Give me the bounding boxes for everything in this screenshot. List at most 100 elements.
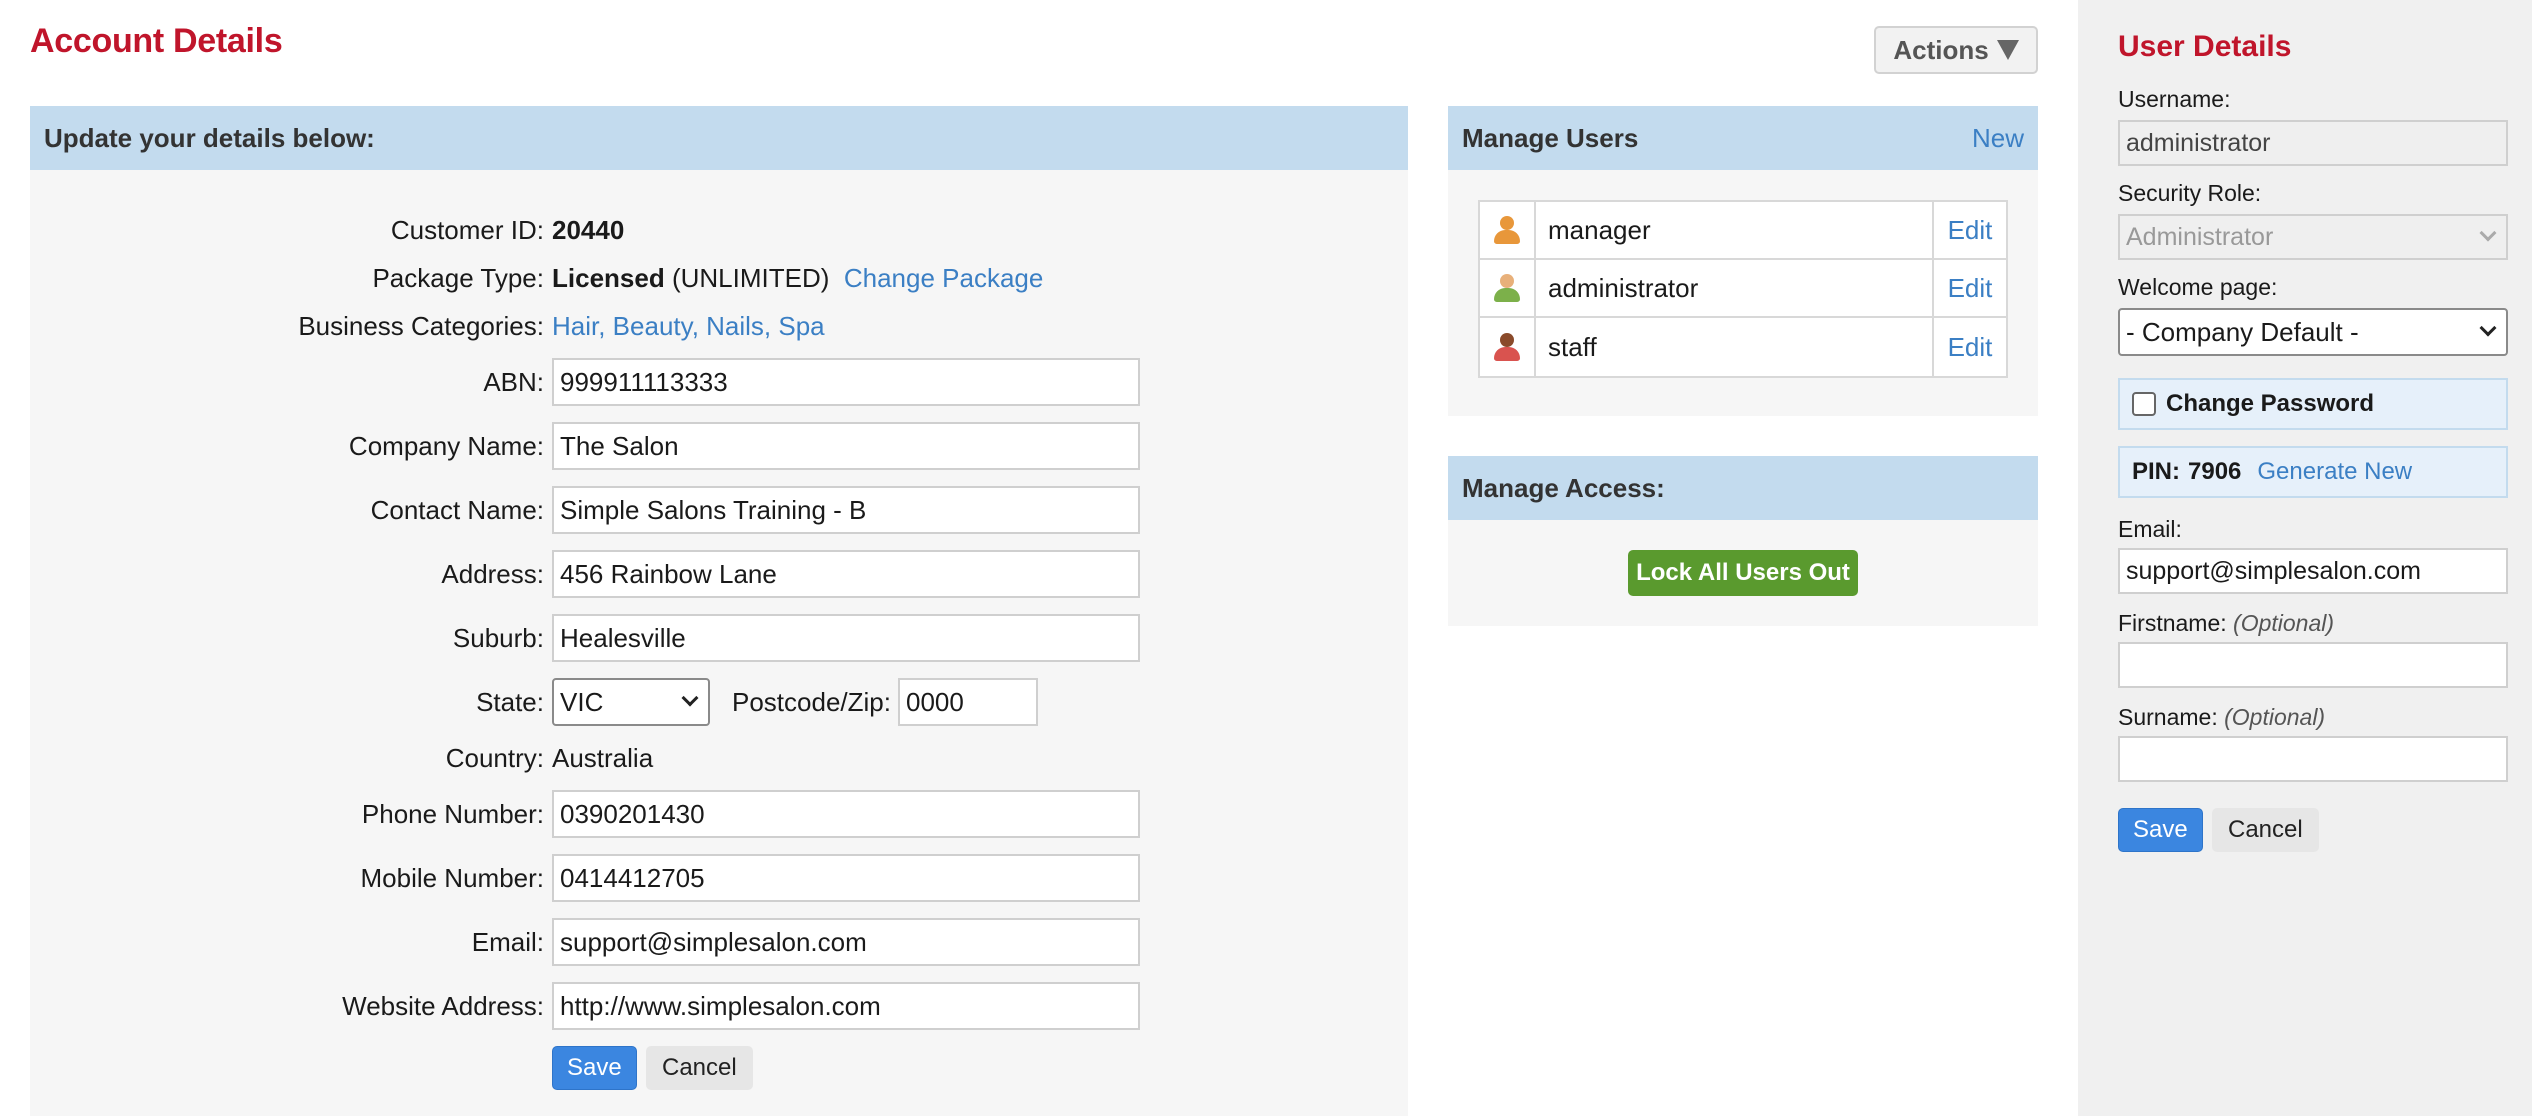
change-password-box[interactable]: Change Password xyxy=(2118,378,2508,430)
customer-id-row: Customer ID: 20440 xyxy=(30,206,1408,254)
security-role-label: Security Role: xyxy=(2118,180,2262,206)
chevron-down-icon xyxy=(2479,319,2497,337)
account-save-button[interactable]: Save xyxy=(552,1046,637,1090)
package-type-row: Package Type: Licensed (UNLIMITED) Chang… xyxy=(30,254,1408,302)
postcode-label: Postcode/Zip: xyxy=(732,687,891,717)
user-row-administrator: administrator Edit xyxy=(1480,260,2006,318)
firstname-label: Firstname: (Optional) xyxy=(2118,610,2335,636)
pin-label: PIN: xyxy=(2132,458,2180,485)
abn-row: ABN: 999911113333 xyxy=(30,358,1408,406)
chevron-down-icon xyxy=(681,689,699,707)
change-package-link[interactable]: Change Package xyxy=(844,263,1043,293)
mobile-row: Mobile Number: 0414412705 xyxy=(30,854,1408,902)
pin-box: PIN: 7906 Generate New xyxy=(2118,446,2508,498)
user-name: staff xyxy=(1536,318,1934,376)
customer-id-label: Customer ID: xyxy=(390,215,544,245)
users-table: manager Edit administrator Edit staff Ed… xyxy=(1478,200,2008,378)
address-row: Address: 456 Rainbow Lane xyxy=(30,550,1408,598)
phone-label: Phone Number: xyxy=(361,799,544,829)
username-label: Username: xyxy=(2118,86,2231,112)
triangle-down-icon xyxy=(1996,40,2019,60)
business-categories-label: Business Categories: xyxy=(298,311,544,341)
address-input[interactable]: 456 Rainbow Lane xyxy=(552,550,1140,598)
user-details-title: User Details xyxy=(2118,30,2292,63)
account-panel-header: Update your details below: xyxy=(30,106,1408,170)
user-cancel-button[interactable]: Cancel xyxy=(2212,808,2319,852)
user-red-icon xyxy=(1480,318,1536,376)
generate-new-link[interactable]: Generate New xyxy=(2257,458,2412,486)
new-user-link[interactable]: New xyxy=(1972,123,2024,154)
company-name-row: Company Name: The Salon xyxy=(30,422,1408,470)
business-categories-link[interactable]: Hair, Beauty, Nails, Spa xyxy=(552,302,825,350)
website-label: Website Address: xyxy=(342,991,544,1021)
security-role-value: Administrator xyxy=(2126,223,2274,251)
email-label: Email: xyxy=(471,927,544,957)
surname-label: Surname: (Optional) xyxy=(2118,704,2326,730)
user-email-input[interactable]: support@simplesalon.com xyxy=(2118,548,2508,594)
suburb-row: Suburb: Healesville xyxy=(30,614,1408,662)
website-input[interactable]: http://www.simplesalon.com xyxy=(552,982,1140,1030)
welcome-page-label: Welcome page: xyxy=(2118,274,2278,300)
edit-user-link[interactable]: Edit xyxy=(1934,318,2006,376)
abn-label: ABN: xyxy=(483,367,544,397)
mobile-input[interactable]: 0414412705 xyxy=(552,854,1140,902)
user-green-icon xyxy=(1480,260,1536,316)
edit-user-link[interactable]: Edit xyxy=(1934,202,2006,258)
country-row: Country: Australia xyxy=(30,734,1408,782)
email-row: Email: support@simplesalon.com xyxy=(30,918,1408,966)
postcode-input[interactable]: 0000 xyxy=(898,678,1038,726)
account-details-panel: Update your details below: Customer ID: … xyxy=(30,106,1408,1116)
address-label: Address: xyxy=(441,559,544,589)
state-row: State: VIC Postcode/Zip: 0000 xyxy=(30,678,1408,726)
user-save-button[interactable]: Save xyxy=(2118,808,2203,852)
phone-row: Phone Number: 0390201430 xyxy=(30,790,1408,838)
page-title: Account Details xyxy=(30,22,283,60)
state-select[interactable]: VIC xyxy=(552,678,710,726)
contact-name-label: Contact Name: xyxy=(370,495,544,525)
package-type-label: Package Type: xyxy=(372,263,544,293)
change-password-checkbox[interactable] xyxy=(2132,392,2156,416)
manage-access-header: Manage Access: xyxy=(1448,456,2038,520)
user-details-panel: User Details Username: administrator Sec… xyxy=(2078,0,2532,1116)
account-cancel-button[interactable]: Cancel xyxy=(646,1046,753,1090)
mobile-label: Mobile Number: xyxy=(360,863,544,893)
user-row-manager: manager Edit xyxy=(1480,202,2006,260)
suburb-label: Suburb: xyxy=(452,623,544,653)
user-orange-icon xyxy=(1480,202,1536,258)
state-value: VIC xyxy=(560,687,604,717)
email-input[interactable]: support@simplesalon.com xyxy=(552,918,1140,966)
suburb-input[interactable]: Healesville xyxy=(552,614,1140,662)
surname-input[interactable] xyxy=(2118,736,2508,782)
user-row-staff: staff Edit xyxy=(1480,318,2006,376)
company-name-input[interactable]: The Salon xyxy=(552,422,1140,470)
website-row: Website Address: http://www.simplesalon.… xyxy=(30,982,1408,1030)
username-input: administrator xyxy=(2118,120,2508,166)
manage-access-panel: Manage Access: Lock All Users Out xyxy=(1448,456,2038,626)
edit-user-link[interactable]: Edit xyxy=(1934,260,2006,316)
state-label: State: xyxy=(476,687,544,717)
user-email-label: Email: xyxy=(2118,516,2182,542)
actions-label: Actions xyxy=(1893,34,1989,65)
company-name-label: Company Name: xyxy=(348,431,544,461)
country-label: Country: xyxy=(445,743,544,773)
change-password-label: Change Password xyxy=(2166,390,2375,417)
abn-input[interactable]: 999911113333 xyxy=(552,358,1140,406)
manage-users-title: Manage Users xyxy=(1462,122,1639,153)
contact-name-row: Contact Name: Simple Salons Training - B xyxy=(30,486,1408,534)
pin-value: 7906 xyxy=(2188,458,2242,485)
manage-users-header: Manage Users New xyxy=(1448,106,2038,170)
welcome-page-value: - Company Default - xyxy=(2126,317,2359,347)
lock-all-users-button[interactable]: Lock All Users Out xyxy=(1628,550,1858,596)
business-categories-row: Business Categories: Hair, Beauty, Nails… xyxy=(30,302,1408,350)
security-role-select: Administrator xyxy=(2118,214,2508,260)
contact-name-input[interactable]: Simple Salons Training - B xyxy=(552,486,1140,534)
country-value: Australia xyxy=(552,743,654,773)
package-type-value: Licensed (UNLIMITED) Change Package xyxy=(552,263,1044,293)
actions-button[interactable]: Actions xyxy=(1874,26,2038,74)
user-name: manager xyxy=(1536,202,1934,258)
customer-id-value: 20440 xyxy=(552,215,625,245)
welcome-page-select[interactable]: - Company Default - xyxy=(2118,308,2508,356)
firstname-input[interactable] xyxy=(2118,642,2508,688)
phone-input[interactable]: 0390201430 xyxy=(552,790,1140,838)
chevron-down-icon xyxy=(2479,224,2497,242)
